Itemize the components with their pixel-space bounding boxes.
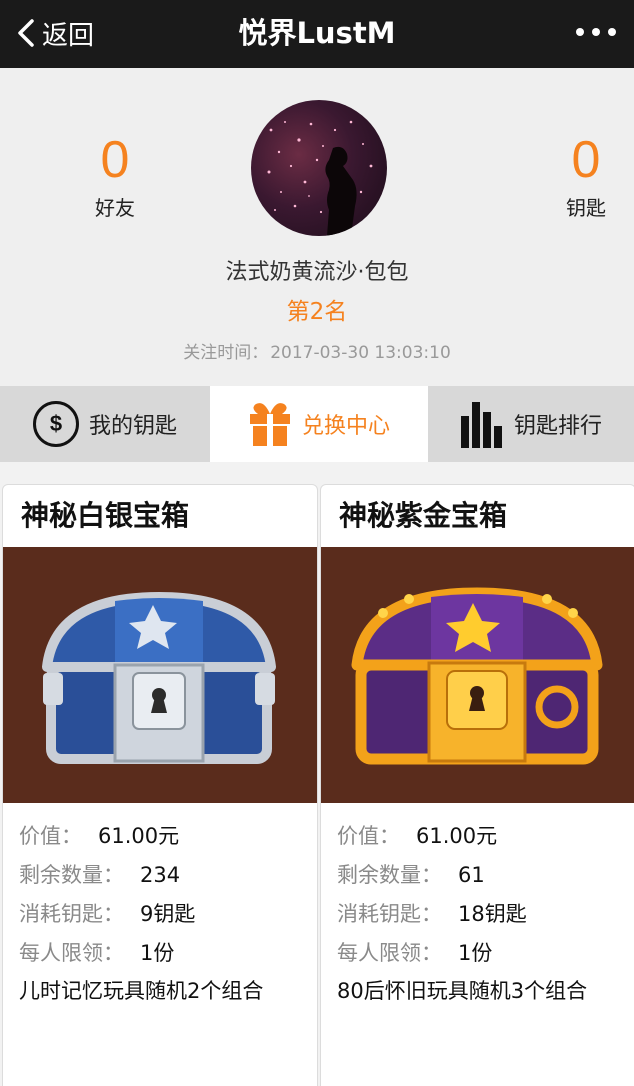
more-options-button[interactable] xyxy=(576,20,616,44)
limit-amount: 1份 xyxy=(140,941,175,965)
more-dot-icon xyxy=(576,28,584,36)
product-name: 神秘紫金宝箱 xyxy=(339,499,508,532)
value-amount: 61.00元 xyxy=(416,824,498,848)
back-label: 返回 xyxy=(42,20,95,51)
chevron-left-icon xyxy=(18,19,34,47)
cost-amount: 18钥匙 xyxy=(458,902,527,926)
tab-key-ranking-label: 钥匙排行 xyxy=(513,414,602,439)
avatar[interactable] xyxy=(251,100,387,236)
avatar-image xyxy=(267,120,373,236)
tab-bar: $ 我的钥匙 兑换中心 钥匙排行 xyxy=(0,386,634,462)
product-card-gold-chest[interactable]: 神秘紫金宝箱 价值： 61.00元 剩余数量： 61 消耗钥匙： 18钥匙 每人… xyxy=(320,484,634,1086)
gift-icon xyxy=(248,400,292,448)
page-title: 悦界LustM xyxy=(238,16,396,50)
limit-label: 每人限领： xyxy=(337,941,442,965)
friends-label: 好友 xyxy=(95,196,135,220)
product-info: 价值： 61.00元 剩余数量： 234 消耗钥匙： 9钥匙 每人限领： 1份 儿时记忆… xyxy=(3,803,317,1009)
product-cost-row: 消耗钥匙： 9钥匙 xyxy=(19,895,317,934)
dollar-coin-icon: $ xyxy=(32,401,79,447)
product-cost-row: 消耗钥匙： 18钥匙 xyxy=(337,895,634,934)
bar-chart-icon xyxy=(460,400,504,448)
product-limit-row: 每人限领： 1份 xyxy=(337,934,634,973)
stock-amount: 61 xyxy=(458,863,485,887)
product-description: 80后怀旧玩具随机3个组合 xyxy=(337,979,588,1003)
gold-chest-image xyxy=(321,547,634,803)
user-rank: 第2名 xyxy=(286,299,348,325)
tab-exchange-center-label: 兑换中心 xyxy=(301,414,390,439)
dollar-symbol: $ xyxy=(32,401,79,447)
top-navigation-bar: 返回 悦界LustM xyxy=(0,0,634,68)
product-value-row: 价值： 61.00元 xyxy=(337,817,634,856)
tab-my-keys-label: 我的钥匙 xyxy=(88,414,177,439)
product-limit-row: 每人限领： 1份 xyxy=(19,934,317,973)
tab-exchange-center[interactable]: 兑换中心 xyxy=(210,386,428,462)
more-dot-icon xyxy=(608,28,616,36)
profile-section: 0 好友 0 钥匙 法式奶黄流沙·包包 第2名 关注时间： 2017-03-30 … xyxy=(0,68,634,386)
keys-stat[interactable]: 0 钥匙 xyxy=(526,130,634,221)
follow-time: 关注时间： 2017-03-30 13:03:10 xyxy=(0,338,634,363)
product-stock-row: 剩余数量： 234 xyxy=(19,856,317,895)
product-info: 价值： 61.00元 剩余数量： 61 消耗钥匙： 18钥匙 每人限领： 1份 80后怀… xyxy=(321,803,634,1009)
stock-label: 剩余数量： xyxy=(19,863,124,887)
friends-count: 0 xyxy=(100,131,130,189)
stock-amount: 234 xyxy=(140,863,181,887)
back-button[interactable]: 返回 xyxy=(16,12,94,54)
product-description: 儿时记忆玩具随机2个组合 xyxy=(19,979,264,1003)
value-label: 价值： xyxy=(337,824,400,848)
keys-label: 钥匙 xyxy=(566,196,606,220)
tab-my-keys[interactable]: $ 我的钥匙 xyxy=(0,386,210,462)
limit-label: 每人限领： xyxy=(19,941,124,965)
product-value-row: 价值： 61.00元 xyxy=(19,817,317,856)
tab-key-ranking[interactable]: 钥匙排行 xyxy=(428,386,634,462)
cost-label: 消耗钥匙： xyxy=(19,902,124,926)
follow-time-value: 2017-03-30 13:03:10 xyxy=(270,343,451,363)
product-grid: 神秘白银宝箱 价值： 61.00元 剩余数量： 234 消耗钥匙： 9钥匙 每人… xyxy=(0,462,634,1086)
friends-stat[interactable]: 0 好友 xyxy=(55,130,175,221)
product-card-silver-chest[interactable]: 神秘白银宝箱 价值： 61.00元 剩余数量： 234 消耗钥匙： 9钥匙 每人… xyxy=(2,484,318,1086)
product-stock-row: 剩余数量： 61 xyxy=(337,856,634,895)
silver-chest-image xyxy=(3,547,317,803)
cost-label: 消耗钥匙： xyxy=(337,902,442,926)
value-amount: 61.00元 xyxy=(98,824,180,848)
stock-label: 剩余数量： xyxy=(337,863,442,887)
user-nickname: 法式奶黄流沙·包包 xyxy=(225,260,409,285)
value-label: 价值： xyxy=(19,824,82,848)
keys-count: 0 xyxy=(571,131,601,189)
limit-amount: 1份 xyxy=(458,941,493,965)
product-name: 神秘白银宝箱 xyxy=(21,499,190,532)
more-dot-icon xyxy=(592,28,600,36)
follow-time-label: 关注时间： xyxy=(183,343,269,363)
cost-amount: 9钥匙 xyxy=(140,902,196,926)
